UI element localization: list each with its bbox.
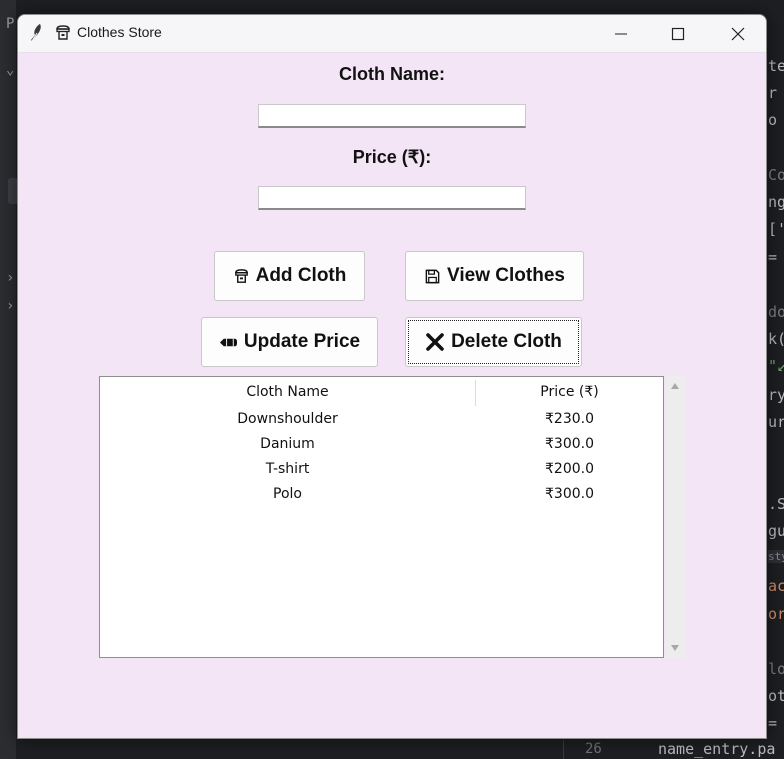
code-fragment: ac xyxy=(768,577,784,595)
clothes-table[interactable]: Cloth Name Price (₹) Downshoulder ₹230.0… xyxy=(99,376,664,658)
code-fragment: ng xyxy=(768,193,784,211)
view-clothes-button[interactable]: View Clothes xyxy=(405,251,584,301)
clothes-store-window: Clothes Store Cloth Name: Price (₹): Add… xyxy=(17,14,767,739)
code-fragment: gu xyxy=(768,522,784,540)
table-header: Cloth Name Price (₹) xyxy=(100,377,663,407)
code-fragment: = xyxy=(768,714,778,732)
table-row[interactable]: T-shirt ₹200.0 xyxy=(100,457,663,482)
editor-sidebar-char: › xyxy=(6,270,15,286)
code-fragment: k( xyxy=(768,330,784,348)
code-fragment: te xyxy=(768,57,784,75)
price-label: Price (₹): xyxy=(352,147,432,167)
cell-cloth-name: T-shirt xyxy=(265,461,310,477)
table-row[interactable]: Danium ₹300.0 xyxy=(100,432,663,457)
editor-gutter-divider xyxy=(563,740,564,759)
dress-icon xyxy=(234,268,248,283)
scroll-up-arrow-icon[interactable] xyxy=(670,382,680,390)
editor-code-column: te r o Co ng [' = do k( "↙ ry ur .S gu s… xyxy=(768,52,784,732)
editor-sidebar-char: › xyxy=(6,298,15,314)
add-cloth-label: Add Cloth xyxy=(255,265,347,286)
minimize-icon xyxy=(615,33,627,35)
code-fragment: o xyxy=(768,111,778,129)
window-title: Clothes Store xyxy=(77,24,162,40)
close-button[interactable] xyxy=(715,15,761,52)
editor-sidebar-strip xyxy=(0,0,16,759)
code-fragment: lo xyxy=(768,660,784,678)
cell-price: ₹230.0 xyxy=(545,411,594,427)
price-input[interactable] xyxy=(258,186,526,210)
code-fragment: ot xyxy=(768,687,784,705)
table-vertical-scrollbar[interactable] xyxy=(665,376,685,658)
cell-price: ₹300.0 xyxy=(545,436,594,452)
delete-cloth-label: Delete Cloth xyxy=(451,331,562,352)
code-fragment: sty xyxy=(768,550,784,563)
code-fragment: Co xyxy=(768,166,784,184)
table-row[interactable]: Polo ₹300.0 xyxy=(100,482,663,507)
code-fragment: ry xyxy=(768,386,784,404)
update-price-label: Update Price xyxy=(243,331,361,352)
cloth-name-input[interactable] xyxy=(258,104,526,128)
cell-price: ₹200.0 xyxy=(545,461,594,477)
tk-feather-icon xyxy=(31,24,41,42)
minimize-button[interactable] xyxy=(598,15,644,52)
code-fragment: name_entry.pa xyxy=(658,740,776,758)
editor-line-number: 26 xyxy=(585,741,602,757)
code-fragment: or xyxy=(768,605,784,623)
code-fragment: .S xyxy=(768,495,784,513)
delete-cloth-button[interactable]: Delete Cloth xyxy=(405,317,582,367)
dress-icon xyxy=(56,25,70,40)
maximize-button[interactable] xyxy=(655,15,701,52)
code-fragment: r xyxy=(768,84,778,102)
cell-cloth-name: Danium xyxy=(260,436,315,452)
cross-mark-icon xyxy=(426,333,444,351)
cloth-name-label: Cloth Name: xyxy=(338,64,445,84)
floppy-disk-icon xyxy=(425,269,440,283)
code-fragment: "↙ xyxy=(768,357,784,375)
code-fragment: do xyxy=(768,303,784,321)
update-price-button[interactable]: Update Price xyxy=(201,317,378,367)
code-fragment: [' xyxy=(768,220,784,238)
column-header-price[interactable]: Price (₹) xyxy=(476,377,663,407)
scroll-down-arrow-icon[interactable] xyxy=(670,644,680,652)
pencil-icon xyxy=(219,338,237,346)
cell-cloth-name: Downshoulder xyxy=(237,411,338,427)
title-bar[interactable]: Clothes Store xyxy=(18,15,766,53)
add-cloth-button[interactable]: Add Cloth xyxy=(214,251,365,301)
editor-sidebar-char: P xyxy=(6,16,15,32)
code-fragment: = xyxy=(768,248,778,266)
cell-price: ₹300.0 xyxy=(545,486,594,502)
code-fragment: ur xyxy=(768,413,784,431)
cell-cloth-name: Polo xyxy=(273,486,302,502)
view-clothes-label: View Clothes xyxy=(447,265,565,286)
table-row[interactable]: Downshoulder ₹230.0 xyxy=(100,407,663,432)
close-icon xyxy=(731,27,745,41)
column-header-cloth-name[interactable]: Cloth Name xyxy=(100,377,475,407)
editor-sidebar-char: ⌄ xyxy=(6,62,15,78)
maximize-icon xyxy=(671,27,685,41)
